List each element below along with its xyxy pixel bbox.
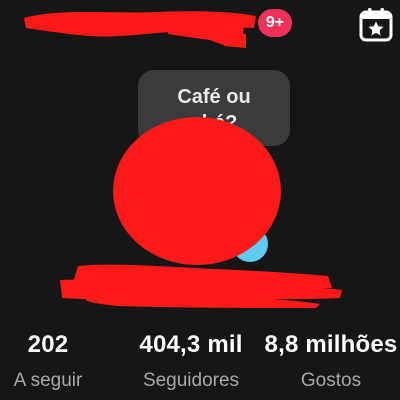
calendar-star-icon[interactable] (358, 6, 394, 42)
following-count: 202 (27, 331, 69, 358)
notification-badge[interactable]: 9+ (258, 9, 292, 37)
following-label: A seguir (13, 370, 83, 391)
profile-stats: 202 A seguir 404,3 mil Seguidores 8,8 mi… (0, 328, 400, 400)
redacted-username (60, 264, 342, 308)
followers-label: Seguidores (142, 370, 240, 391)
likes-count: 8,8 milhões (264, 331, 398, 358)
stat-likes[interactable]: 8,8 milhões Gostos (262, 328, 400, 396)
avatar[interactable] (113, 115, 281, 265)
stat-following[interactable]: 202 A seguir (0, 328, 96, 396)
stat-followers[interactable]: 404,3 mil Seguidores (126, 328, 256, 396)
profile-screen: 9+ Café ou chá? 202 A seguir 404,3 mil (0, 0, 400, 400)
followers-count: 404,3 mil (139, 331, 243, 358)
likes-label: Gostos (300, 370, 362, 391)
redacted-display-name (24, 11, 256, 48)
